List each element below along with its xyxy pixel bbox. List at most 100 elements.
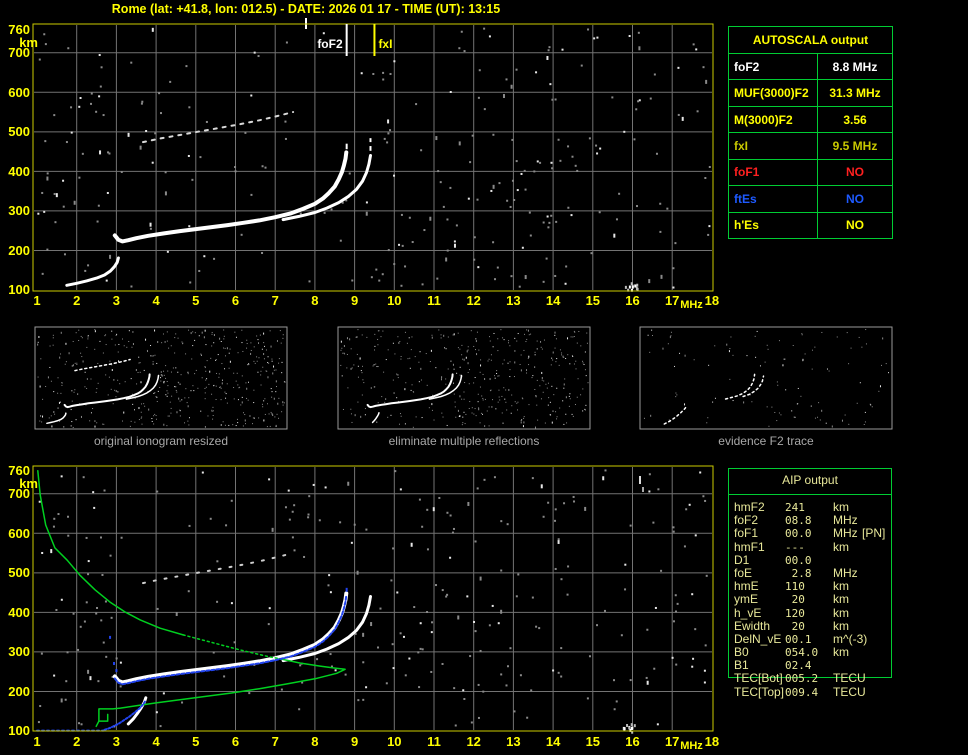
x-tick-1: 1	[33, 734, 41, 749]
x-tick-3: 3	[112, 734, 120, 749]
aip-param-label: ymE	[734, 592, 758, 607]
aip-param-unit: MHz	[833, 513, 858, 528]
aip-param-value: ---	[785, 540, 805, 554]
aip-param-value: 120	[785, 606, 805, 620]
aip-row-ymE: ymE 20 km	[729, 592, 891, 607]
autoscala-param-label: MUF(3000)F2	[729, 80, 818, 106]
aip-param-label: B0	[734, 645, 749, 660]
autoscala-param-value: 3.56	[843, 112, 867, 127]
x-tick-8: 8	[311, 293, 319, 308]
aip-output-table: AIP output hmF2 241 km foF2 08.8 MHz foF1 00.0 M…	[728, 468, 892, 699]
aip-table-body: hmF2 241 km foF2 08.8 MHz foF1 00.0 MHz [PN] hmF1 -…	[729, 501, 891, 699]
aip-row-Ewidth: Ewidth 20 km	[729, 618, 891, 633]
aip-param-label: h_vE	[734, 605, 762, 620]
aip-header-divider	[729, 494, 891, 495]
x-tick-13: 13	[506, 734, 521, 749]
autoscala-param-label: h'Es	[729, 212, 818, 238]
x-tick-4: 4	[152, 734, 160, 749]
x-tick-5: 5	[192, 293, 200, 308]
aip-row-B0: B0 054.0 km	[729, 645, 891, 660]
autoscala-param-label: ftEs	[729, 186, 818, 212]
autoscala-param-value: NO	[846, 218, 864, 233]
axis-unit-mhz: MHz	[680, 740, 703, 752]
autoscala-param-label: foF1	[729, 159, 818, 186]
aip-param-value: 08.8	[785, 514, 812, 528]
x-tick-5: 5	[192, 734, 200, 749]
aip-param-label: TEC[Bot]	[734, 671, 783, 686]
y-tick-600: 600	[8, 84, 30, 100]
axis-unit-mhz: MHz	[680, 299, 703, 311]
x-tick-2: 2	[73, 734, 81, 749]
x-tick-7: 7	[271, 734, 279, 749]
aip-param-value: 20	[785, 619, 805, 633]
y-tick-500: 500	[8, 124, 30, 140]
aip-row-h_vE: h_vE 120 km	[729, 605, 891, 620]
autoscala-param-value: 31.3 MHz	[829, 86, 881, 101]
aip-param-label: hmF2	[734, 500, 765, 514]
autoscala-row-fxI: fxI 9.5 MHz	[729, 133, 892, 160]
x-tick-6: 6	[231, 734, 240, 749]
autoscala-output-table: AUTOSCALA output foF2 8.8 MHz MUF(3000)F2 3…	[728, 26, 893, 239]
axis-unit-km: km	[19, 35, 38, 50]
autoscala-window: { "title": "Rome (lat: +41.8, lon: 012.5…	[0, 0, 968, 755]
aip-param-unit: km	[833, 539, 849, 554]
aip-param-value: 005.2	[785, 672, 819, 686]
aip-param-extra: [PN]	[862, 526, 886, 541]
x-tick-12: 12	[466, 734, 481, 749]
y-tick-760: 760	[8, 21, 30, 37]
marker-label-foF2: foF2	[317, 37, 343, 51]
x-tick-10: 10	[387, 734, 402, 749]
thumbnail-caption-evidence: evidence F2 trace	[718, 434, 814, 448]
autoscala-param-label: M(3000)F2	[729, 106, 818, 133]
x-tick-15: 15	[585, 293, 601, 308]
aip-param-value: 00.1	[785, 632, 812, 646]
autoscala-param-value: 8.8 MHz	[832, 59, 878, 74]
aip-param-label: Ewidth	[734, 618, 771, 633]
aip-param-label: TEC[Top]	[734, 684, 785, 699]
aip-param-label: B1	[734, 658, 749, 673]
aip-param-value: 2.8	[785, 566, 812, 580]
aip-param-unit: MHz	[833, 526, 858, 541]
autoscala-param-value: NO	[846, 165, 864, 180]
aip-param-label: DelN_vE	[734, 631, 782, 646]
y-tick-600: 600	[8, 525, 30, 541]
aip-table-header: AIP output	[782, 473, 838, 487]
x-tick-8: 8	[311, 734, 319, 749]
aip-param-label: foF2	[734, 513, 759, 528]
autoscala-row-M(3000)F2: M(3000)F2 3.56	[729, 106, 892, 134]
x-tick-1: 1	[33, 293, 41, 308]
aip-param-unit: km	[833, 592, 849, 607]
aip-param-unit: TECU	[833, 671, 866, 686]
x-tick-2: 2	[73, 293, 81, 308]
aip-row-DelN_vE: DelN_vE 00.1 m^(-3)	[729, 631, 891, 646]
aip-param-value: 02.4	[785, 659, 812, 673]
aip-param-unit: m^(-3)	[833, 631, 868, 646]
x-tick-3: 3	[112, 293, 120, 308]
aip-param-value: 054.0	[785, 646, 819, 660]
x-tick-14: 14	[545, 734, 561, 749]
autoscala-row-MUF(3000)F2: MUF(3000)F2 31.3 MHz	[729, 80, 892, 107]
aip-param-value: 00.0	[785, 553, 812, 567]
aip-param-label: foE	[734, 565, 753, 580]
autoscala-row-foF2: foF2 8.8 MHz	[729, 54, 892, 81]
autoscala-row-h'Es: h'Es NO	[729, 212, 892, 238]
autoscala-param-label: foF2	[729, 54, 818, 80]
thumbnail-caption-cleaned: eliminate multiple reflections	[388, 434, 540, 448]
x-tick-7: 7	[271, 293, 279, 308]
autoscala-param-value: NO	[846, 191, 864, 206]
aip-param-value: 20	[785, 593, 805, 607]
x-tick-14: 14	[545, 293, 561, 308]
x-tick-4: 4	[152, 293, 160, 308]
y-tick-300: 300	[8, 203, 30, 219]
x-tick-9: 9	[350, 293, 359, 308]
y-tick-200: 200	[8, 683, 30, 699]
aip-param-value: 009.4	[785, 685, 819, 699]
aip-row-hmF1: hmF1 --- km	[729, 539, 891, 554]
aip-param-label: hmF1	[734, 539, 765, 554]
y-tick-500: 500	[8, 565, 30, 581]
aip-row-D1: D1 00.0	[729, 553, 891, 567]
autoscala-param-label: fxI	[729, 133, 818, 159]
aip-param-value: 241	[785, 501, 805, 514]
aip-param-unit: km	[833, 500, 849, 514]
aip-param-unit: TECU	[833, 684, 866, 699]
